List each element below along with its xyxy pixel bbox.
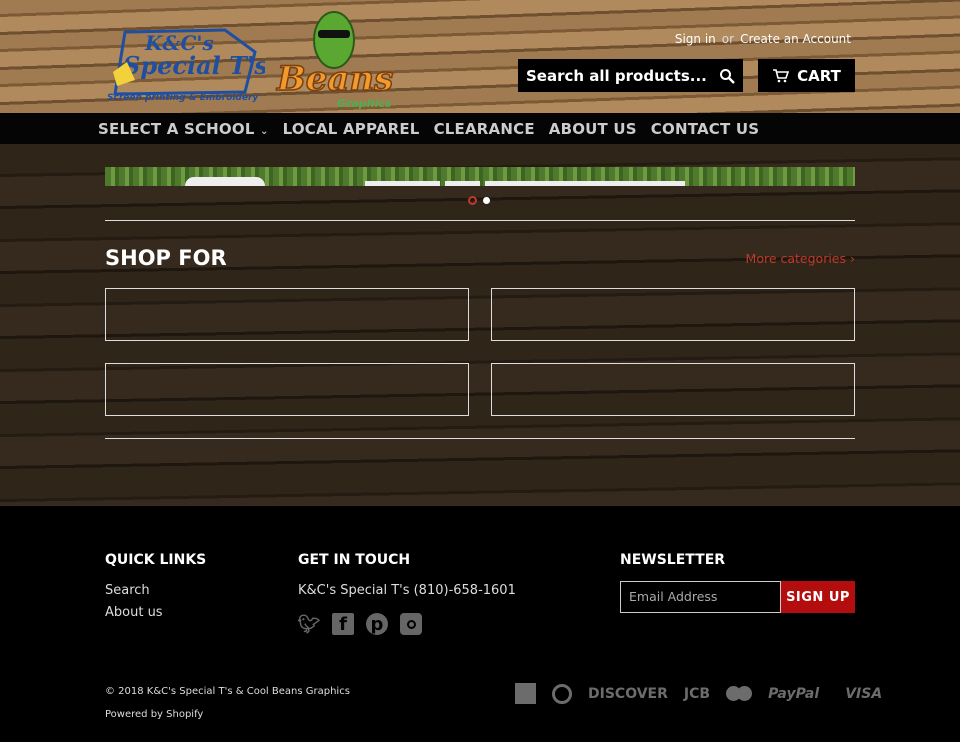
nav-contact-us[interactable]: CONTACT US: [651, 120, 759, 138]
hero-slide-image[interactable]: [105, 167, 855, 186]
email-field[interactable]: Email Address: [620, 581, 781, 613]
instagram-icon[interactable]: [400, 613, 422, 635]
create-account-link[interactable]: Create an Account: [740, 32, 851, 46]
divider: [105, 220, 855, 221]
nav-label: SELECT A SCHOOL: [98, 119, 255, 138]
payment-icons: DISCOVER JCB PayPal VISA: [515, 683, 882, 704]
paypal-icon: PayPal: [768, 685, 820, 702]
divider: [105, 438, 855, 439]
nav-local-apparel[interactable]: LOCAL APPAREL: [283, 120, 420, 138]
discover-icon: DISCOVER: [588, 685, 668, 702]
powered-by-shopify-link[interactable]: Powered by Shopify: [105, 709, 203, 720]
pinterest-icon[interactable]: p: [366, 613, 388, 635]
contact-info: K&C's Special T's (810)-658-1601: [298, 583, 516, 598]
quick-links-heading: QUICK LINKS: [105, 552, 207, 568]
category-tile[interactable]: [105, 288, 469, 341]
cart-label: CART: [797, 66, 841, 85]
footer-link-search[interactable]: Search: [105, 583, 150, 598]
category-tile[interactable]: [105, 363, 469, 416]
svg-text:Beans: Beans: [276, 59, 393, 99]
shop-for-heading: SHOP FOR: [105, 246, 227, 270]
cart-icon: [773, 68, 790, 82]
svg-text:Special T's: Special T's: [123, 51, 265, 80]
sign-in-link[interactable]: Sign in: [675, 32, 716, 46]
search-input[interactable]: Search all products...: [518, 59, 743, 92]
main-content: SHOP FOR More categories ›: [0, 144, 960, 506]
nav-about-us[interactable]: ABOUT US: [549, 120, 637, 138]
svg-text:Graphics: Graphics: [337, 97, 392, 110]
slider-dots: [468, 196, 490, 205]
category-tile[interactable]: [491, 363, 855, 416]
twitter-icon[interactable]: 🐦︎: [298, 613, 321, 635]
cool-beans-graphics-logo[interactable]: Beans Graphics: [272, 10, 407, 110]
category-tile[interactable]: [491, 288, 855, 341]
main-nav: SELECT A SCHOOL ⌄ LOCAL APPAREL CLEARANC…: [0, 113, 960, 144]
account-links: Sign in or Create an Account: [675, 32, 851, 46]
site-header: K&C's Special T's Screen printing & Embr…: [0, 0, 960, 113]
visa-icon: VISA: [845, 685, 883, 702]
chevron-down-icon: ⌄: [260, 125, 269, 137]
site-footer: QUICK LINKS Search About us GET IN TOUCH…: [0, 506, 960, 742]
diners-club-icon: [552, 683, 572, 704]
more-categories-link[interactable]: More categories ›: [746, 251, 855, 266]
copyright: © 2018 K&C's Special T's & Cool Beans Gr…: [105, 686, 350, 697]
kc-special-ts-logo[interactable]: K&C's Special T's Screen printing & Embr…: [105, 22, 265, 104]
facebook-icon[interactable]: f: [332, 613, 354, 635]
or-text: or: [721, 32, 735, 46]
slider-dot-1[interactable]: [468, 196, 477, 205]
amex-icon: [515, 683, 536, 704]
cart-button[interactable]: CART: [758, 59, 855, 92]
svg-text:Screen printing & Embroidery: Screen printing & Embroidery: [107, 93, 259, 103]
nav-select-a-school[interactable]: SELECT A SCHOOL ⌄: [98, 120, 269, 138]
jcb-icon: JCB: [683, 685, 711, 702]
newsletter-heading: NEWSLETTER: [620, 552, 726, 568]
social-links: 🐦︎ f p: [298, 613, 422, 635]
mastercard-icon: [726, 686, 753, 701]
slider-dot-2[interactable]: [483, 197, 490, 204]
sign-up-button[interactable]: SIGN UP: [781, 581, 855, 613]
footer-link-about-us[interactable]: About us: [105, 605, 163, 620]
search-icon[interactable]: [719, 68, 735, 84]
nav-clearance[interactable]: CLEARANCE: [434, 120, 535, 138]
search-placeholder: Search all products...: [526, 66, 707, 85]
get-in-touch-heading: GET IN TOUCH: [298, 552, 411, 568]
